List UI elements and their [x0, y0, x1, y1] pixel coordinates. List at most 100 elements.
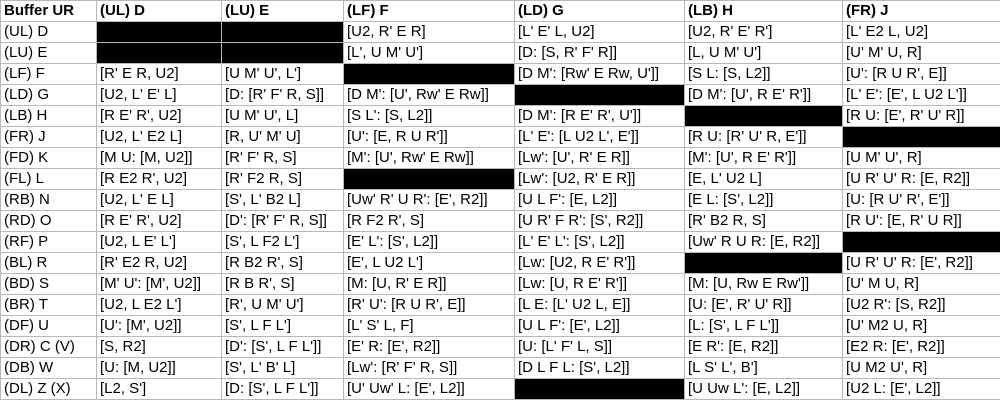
table-cell[interactable]: [S', L F L']: [221, 315, 344, 337]
table-cell[interactable]: [U L F': [E, L2]]: [514, 189, 685, 211]
table-cell[interactable]: [L' E' L, U2]: [514, 21, 685, 43]
table-cell[interactable]: [E2 R: [E', R2]]: [842, 336, 1000, 358]
table-cell[interactable]: [R E' R', U2]: [96, 105, 222, 127]
row-header[interactable]: (DR) C (V): [0, 336, 97, 358]
table-cell[interactable]: [U: [R U' R', E']]: [842, 189, 1000, 211]
table-cell[interactable]: [U2, L' E L]: [96, 189, 222, 211]
table-cell[interactable]: [S', L' B2 L]: [221, 189, 344, 211]
table-cell[interactable]: [U2, L' E2 L]: [96, 126, 222, 148]
row-header[interactable]: (FR) J: [0, 126, 97, 148]
table-cell[interactable]: [U M' U', L]: [221, 105, 344, 127]
table-cell[interactable]: [Lw: [U2, R E' R']]: [514, 252, 685, 274]
row-header[interactable]: (LB) H: [0, 105, 97, 127]
table-cell[interactable]: [S L': [S, L2]]: [343, 105, 515, 127]
table-cell[interactable]: [L' E': [E', L U2 L']]: [842, 84, 1000, 106]
column-header[interactable]: (LD) G: [514, 0, 685, 22]
column-header[interactable]: (FR) J: [842, 0, 1000, 22]
table-cell[interactable]: [L' S' L, F]: [343, 315, 515, 337]
column-header[interactable]: (LF) F: [343, 0, 515, 22]
table-cell[interactable]: [M': [U', R E' R']]: [684, 147, 843, 169]
table-cell[interactable]: [U R' U' R: [E', R2]]: [842, 252, 1000, 274]
table-cell[interactable]: [S', L F2 L']: [221, 231, 344, 253]
table-cell[interactable]: [R E' R', U2]: [96, 210, 222, 232]
table-cell[interactable]: [E' L': [S', L2]]: [343, 231, 515, 253]
table-cell[interactable]: [M U: [M, U2]]: [96, 147, 222, 169]
table-cell[interactable]: [E' R: [E', R2]]: [343, 336, 515, 358]
table-cell[interactable]: [U2, R' E' R']: [684, 21, 843, 43]
table-cell[interactable]: [Uw' R U R: [E, R2]]: [684, 231, 843, 253]
row-header[interactable]: (FD) K: [0, 147, 97, 169]
table-cell[interactable]: [M': [U', Rw' E Rw]]: [343, 147, 515, 169]
table-cell[interactable]: [R' E2 R, U2]: [96, 252, 222, 274]
table-cell[interactable]: [M' U': [M', U2]]: [96, 273, 222, 295]
table-cell[interactable]: [R U: [E', R' U' R]]: [842, 105, 1000, 127]
table-cell[interactable]: [L, U M' U']: [684, 42, 843, 64]
column-header[interactable]: (LB) H: [684, 0, 843, 22]
table-cell[interactable]: [R' F' R, S]: [221, 147, 344, 169]
table-cell[interactable]: [U' M2 U, R]: [842, 315, 1000, 337]
column-header[interactable]: (LU) E: [221, 0, 344, 22]
table-cell[interactable]: [U M2 U', R]: [842, 357, 1000, 379]
corner-header[interactable]: Buffer UR: [0, 0, 97, 22]
row-header[interactable]: (DB) W: [0, 357, 97, 379]
table-cell[interactable]: [R U: [R' U' R, E']]: [684, 126, 843, 148]
table-cell[interactable]: [Lw: [U, R E' R']]: [514, 273, 685, 295]
table-cell[interactable]: [R' F2 R, S]: [221, 168, 344, 190]
table-cell[interactable]: [Lw': [U', R' E R]]: [514, 147, 685, 169]
table-cell[interactable]: [R E2 R', U2]: [96, 168, 222, 190]
table-cell[interactable]: [E L: [S', L2]]: [684, 189, 843, 211]
table-cell[interactable]: [L' E': [L U2 L', E']]: [514, 126, 685, 148]
row-header[interactable]: (RD) O: [0, 210, 97, 232]
row-header[interactable]: (BR) T: [0, 294, 97, 316]
table-cell[interactable]: [D M': [R E' R', U']]: [514, 105, 685, 127]
table-cell[interactable]: [U R' F R': [S', R2]]: [514, 210, 685, 232]
table-cell[interactable]: [L E: [L' U2 L, E]]: [514, 294, 685, 316]
table-cell[interactable]: [S, R2]: [96, 336, 222, 358]
table-cell[interactable]: [D L F L: [S', L2]]: [514, 357, 685, 379]
table-cell[interactable]: [D: [S', L F L']]: [221, 378, 344, 400]
row-header[interactable]: (RB) N: [0, 189, 97, 211]
table-cell[interactable]: [M: [U, Rw E Rw']]: [684, 273, 843, 295]
row-header[interactable]: (FL) L: [0, 168, 97, 190]
table-cell[interactable]: [U': [E, R U R']]: [343, 126, 515, 148]
table-cell[interactable]: [R', U M' U']: [221, 294, 344, 316]
column-header[interactable]: (UL) D: [96, 0, 222, 22]
table-cell[interactable]: [L: [S', L F L']]: [684, 315, 843, 337]
row-header[interactable]: (LD) G: [0, 84, 97, 106]
table-cell[interactable]: [R B R', S]: [221, 273, 344, 295]
table-cell[interactable]: [R' E R, U2]: [96, 63, 222, 85]
table-cell[interactable]: [R F2 R', S]: [343, 210, 515, 232]
row-header[interactable]: (DL) Z (X): [0, 378, 97, 400]
table-cell[interactable]: [U: [L' F' L, S]]: [514, 336, 685, 358]
table-cell[interactable]: [U M' U', R]: [842, 147, 1000, 169]
table-cell[interactable]: [R U': [E, R' U R]]: [842, 210, 1000, 232]
table-cell[interactable]: [U2 R': [S, R2]]: [842, 294, 1000, 316]
table-cell[interactable]: [D': [S', L F L']]: [221, 336, 344, 358]
table-cell[interactable]: [U: [E', R' U' R]]: [684, 294, 843, 316]
table-cell[interactable]: [D M': [Rw' E Rw, U']]: [514, 63, 685, 85]
table-cell[interactable]: [D': [R' F' R, S]]: [221, 210, 344, 232]
table-cell[interactable]: [R' B2 R, S]: [684, 210, 843, 232]
row-header[interactable]: (LU) E: [0, 42, 97, 64]
table-cell[interactable]: [R, U' M' U]: [221, 126, 344, 148]
table-cell[interactable]: [Lw': [R' F' R, S]]: [343, 357, 515, 379]
row-header[interactable]: (UL) D: [0, 21, 97, 43]
table-cell[interactable]: [E R': [E, R2]]: [684, 336, 843, 358]
row-header[interactable]: (BL) R: [0, 252, 97, 274]
table-cell[interactable]: [Uw' R' U R': [E', R2]]: [343, 189, 515, 211]
table-cell[interactable]: [D M': [U', R E' R']]: [684, 84, 843, 106]
row-header[interactable]: (LF) F: [0, 63, 97, 85]
row-header[interactable]: (RF) P: [0, 231, 97, 253]
table-cell[interactable]: [R B2 R', S]: [221, 252, 344, 274]
table-cell[interactable]: [U2, L E2 L']: [96, 294, 222, 316]
table-cell[interactable]: [L' E' L': [S', L2]]: [514, 231, 685, 253]
table-cell[interactable]: [D: [S, R' F' R]]: [514, 42, 685, 64]
table-cell[interactable]: [S', L' B' L]: [221, 357, 344, 379]
table-cell[interactable]: [U: [M, U2]]: [96, 357, 222, 379]
table-cell[interactable]: [M: [U, R' E R]]: [343, 273, 515, 295]
table-cell[interactable]: [E', L U2 L']: [343, 252, 515, 274]
row-header[interactable]: (DF) U: [0, 315, 97, 337]
table-cell[interactable]: [D M': [U', Rw' E Rw]]: [343, 84, 515, 106]
table-cell[interactable]: [E, L' U2 L]: [684, 168, 843, 190]
table-cell[interactable]: [U': [R U R', E]]: [842, 63, 1000, 85]
